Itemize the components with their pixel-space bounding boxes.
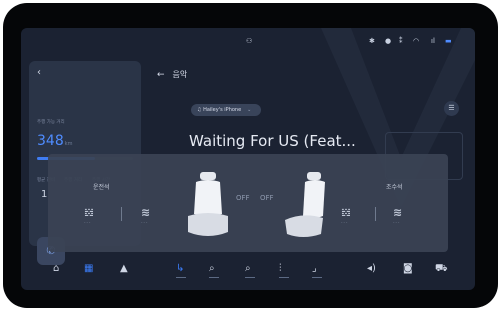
underline [279,277,289,278]
driver-seat-label: 운전석 [93,184,110,191]
list-icon: ☰ [448,104,455,112]
passenger-seat-heat-icon[interactable]: 𝍌 [341,206,351,219]
camera-icon[interactable]: ◙ [403,263,413,274]
driver-seat-heat-icon[interactable]: 𝍌 [84,206,94,219]
song-title: Waiting For US (Feat... [189,132,356,150]
passenger-seat-label: 조수석 [386,184,403,191]
device-name: Hailey's iPhone [203,107,242,113]
driver-seat-vent-icon[interactable]: ≋ [141,206,150,219]
taskbar: ⌂ ▦ ▲ ↳ ⌕ ⌕ ⫶ ⌟ ◂) ◙ ⛟ [21,258,475,282]
cabin-icon: ⚇ [246,37,253,45]
back-arrow-icon[interactable]: ← [157,70,165,80]
driver-seat-icon[interactable]: ↳ [176,263,186,278]
seat-heat-icon[interactable]: ⫶ [279,263,289,278]
driver-seat-icon[interactable] [184,170,232,242]
status-bar: ⚇ ✱ ● ⁑ ◠ ıl ▬ [21,37,475,49]
volume-icon[interactable]: ◂) [367,263,376,274]
wifi-icon: ◠ [413,37,420,45]
chevron-down-icon: ⌄ [247,107,252,113]
home-icon[interactable]: ⌂ [53,263,59,274]
back-chevron-icon[interactable]: ‹ [37,67,41,78]
range-label: 주행 가능 거리 [37,120,65,125]
driver-heat-level: --- [84,220,92,225]
stat-value: 1 [41,189,48,200]
underline [245,277,255,278]
passenger-seat-icon[interactable]: ⌟ [312,263,322,278]
seat-climate-panel: 운전석 조수석 𝍌 --- ≋ --- OFF OFF 𝍌 --- ≋ --- [48,154,448,252]
driver-seat-state: OFF [236,194,250,202]
underline [209,277,219,278]
playlist-button[interactable]: ☰ [444,101,459,116]
navigation-icon[interactable]: ▲ [120,263,128,274]
car-icon[interactable]: ⛟ [435,263,448,276]
passenger-vent-level: --- [393,220,401,225]
passenger-heat-level: --- [341,220,349,225]
range-value: 348km [37,133,73,149]
infotainment-device: ⚇ ✱ ● ⁑ ◠ ıl ▬ ‹ 주행 가능 거리 348km 평균 전비 주행… [3,3,498,308]
underline [312,277,322,278]
signal-icon: ⁑ [399,37,403,45]
divider [375,207,376,221]
media-header[interactable]: ← 음악 [157,69,187,80]
media-title: 음악 [172,70,188,79]
apps-icon[interactable]: ▦ [84,263,93,274]
battery-icon: ▬ [445,37,452,45]
fan-right-icon[interactable]: ⌕ [245,263,255,278]
passenger-seat-vent-icon[interactable]: ≋ [393,206,402,219]
fan-left-icon[interactable]: ⌕ [209,263,219,278]
passenger-seat-icon[interactable] [283,170,331,242]
device-selector[interactable]: ♫ Hailey's iPhone ⌄ [191,104,262,116]
lte-icon: ıl [431,37,435,45]
location-icon: ● [385,37,392,45]
underline [176,277,186,278]
bluetooth-icon: ✱ [369,37,375,45]
driver-vent-level: --- [141,220,149,225]
passenger-seat-state: OFF [260,194,274,202]
divider [121,207,122,221]
screen: ⚇ ✱ ● ⁑ ◠ ıl ▬ ‹ 주행 가능 거리 348km 평균 전비 주행… [21,28,475,290]
